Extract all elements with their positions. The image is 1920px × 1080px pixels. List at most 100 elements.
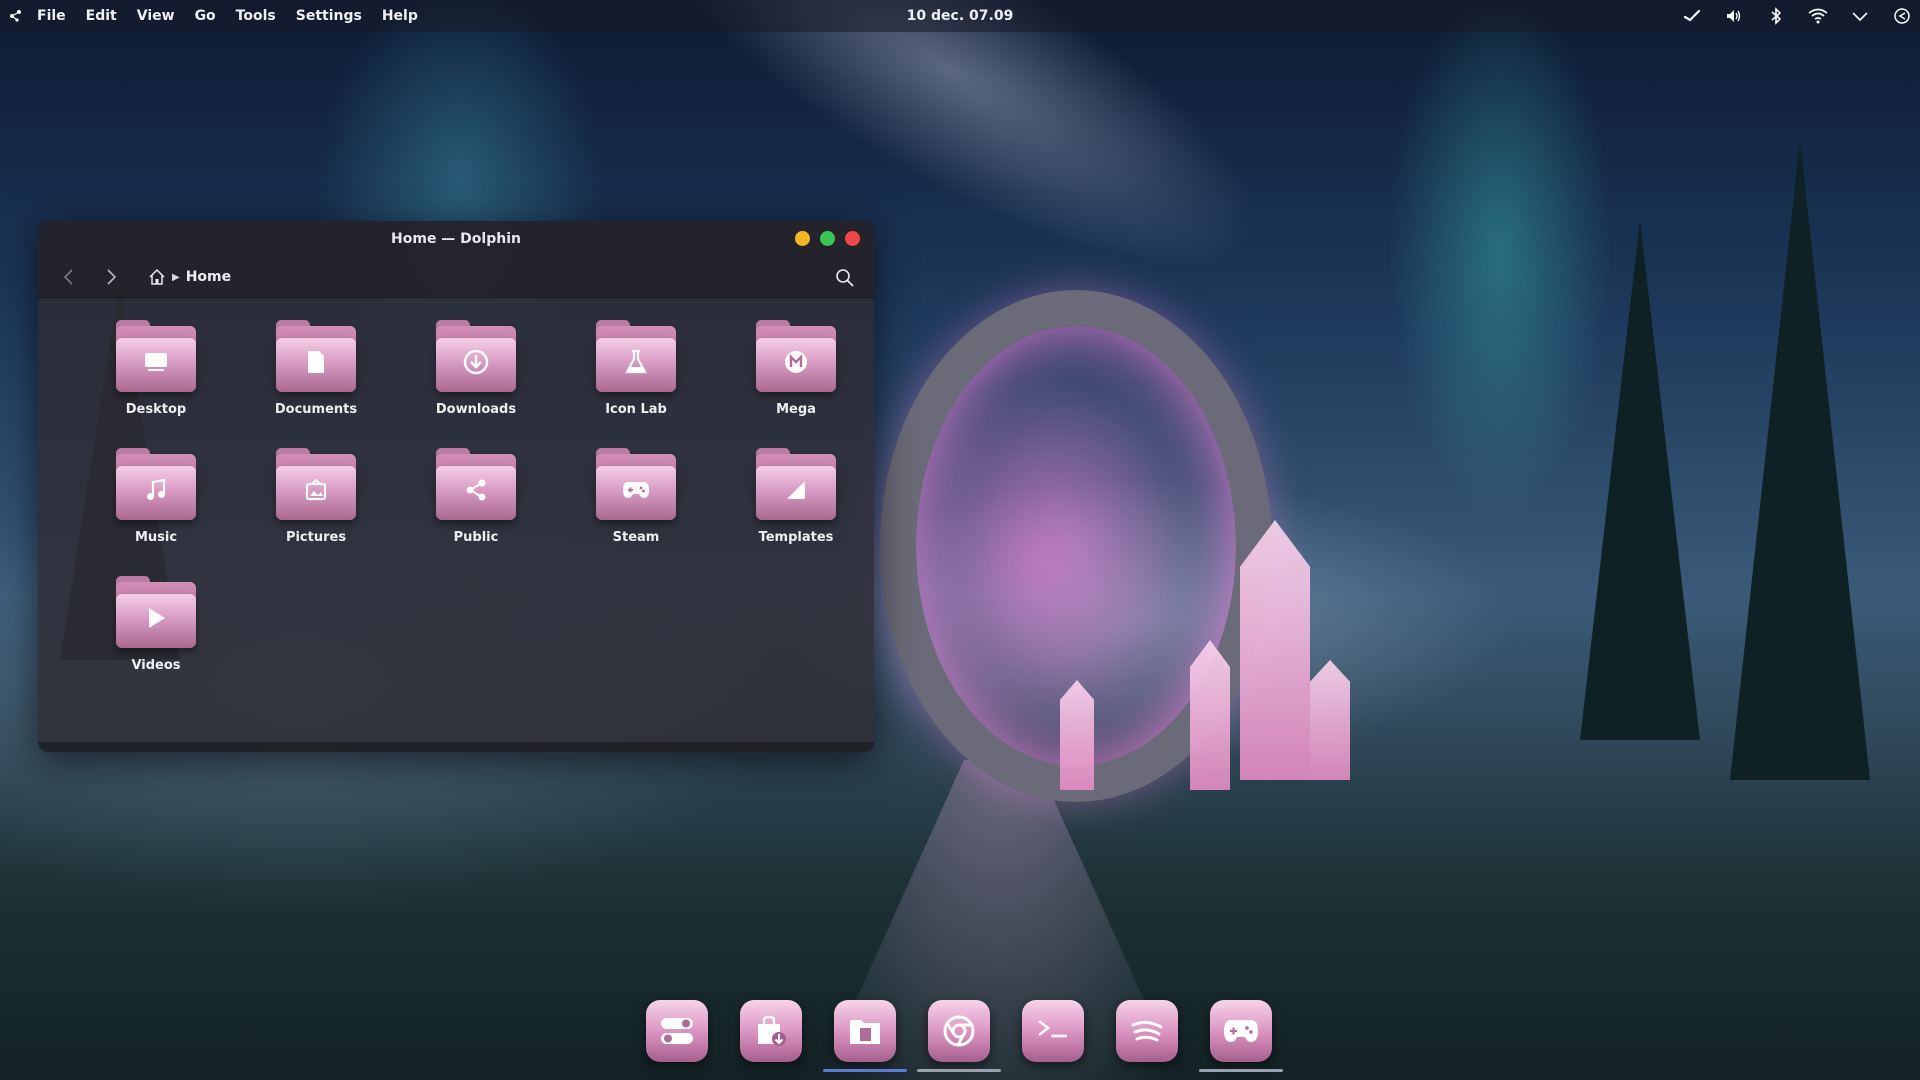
menu-settings[interactable]: Settings (287, 4, 371, 28)
close-button[interactable] (845, 231, 860, 246)
folder-label: Desktop (125, 402, 187, 417)
dock-indicator-running (1199, 1069, 1283, 1072)
folder-label: Public (453, 530, 499, 545)
folder-downloads[interactable]: Downloads (396, 318, 556, 446)
bluetooth-icon[interactable] (1766, 6, 1786, 26)
bag-download-icon (740, 1000, 802, 1062)
search-icon[interactable] (834, 267, 856, 289)
folder-icon (756, 448, 836, 520)
forward-button[interactable] (98, 263, 126, 291)
folder-desktop[interactable]: Desktop (76, 318, 236, 446)
folder-icon (596, 448, 676, 520)
template-icon (778, 472, 814, 508)
folder-pictures[interactable]: Pictures (236, 446, 396, 574)
desktop-icon (138, 344, 174, 380)
dock (645, 1000, 1283, 1074)
dock-item-file-manager[interactable] (823, 1000, 907, 1074)
home-icon[interactable] (148, 268, 166, 286)
menu-go[interactable]: Go (186, 4, 225, 28)
dock-item-web-browser[interactable] (917, 1000, 1001, 1074)
folder-label: Templates (758, 530, 834, 545)
folder-label: Mega (776, 402, 816, 417)
menu-file[interactable]: File (28, 4, 75, 28)
toggle-switches-icon (646, 1000, 708, 1062)
folder-icon (276, 320, 356, 392)
folder-videos[interactable]: Videos (76, 574, 236, 702)
system-tray (1682, 0, 1912, 32)
chevron-down-icon[interactable] (1850, 6, 1870, 26)
back-button[interactable] (54, 263, 82, 291)
minimize-button[interactable] (795, 231, 810, 246)
folder-public[interactable]: Public (396, 446, 556, 574)
top-panel: File Edit View Go Tools Settings Help 10… (0, 0, 1920, 32)
maximize-button[interactable] (820, 231, 835, 246)
window-titlebar[interactable]: Home — Dolphin (38, 221, 874, 257)
steam-tray-icon[interactable] (1682, 6, 1702, 26)
menu-edit[interactable]: Edit (77, 4, 126, 28)
wallpaper-crystal (1240, 520, 1310, 780)
folder-label: Music (134, 530, 178, 545)
folder-mega[interactable]: Mega (716, 318, 874, 446)
window-controls (795, 231, 860, 246)
wallpaper-tree (1730, 140, 1870, 780)
spotify-icon (1116, 1000, 1178, 1062)
clock[interactable]: 10 dec. 07.09 (907, 8, 1014, 24)
desktop[interactable]: File Edit View Go Tools Settings Help 10… (0, 0, 1920, 1080)
volume-icon[interactable] (1724, 6, 1744, 26)
dock-indicator (1105, 1069, 1189, 1072)
gamepad-icon (1210, 1000, 1272, 1062)
menu-help[interactable]: Help (373, 4, 427, 28)
dolphin-window[interactable]: Home — Dolphin ▶ Home Desktop Documents … (38, 221, 874, 752)
folder-files-icon (834, 1000, 896, 1062)
dock-item-music-streaming[interactable] (1115, 1000, 1179, 1074)
folder-view[interactable]: Desktop Documents Downloads Icon Lab Meg… (38, 298, 874, 702)
folder-steam[interactable]: Steam (556, 446, 716, 574)
menu-tools[interactable]: Tools (227, 4, 285, 28)
folder-label: Videos (131, 658, 181, 673)
browser-icon (928, 1000, 990, 1062)
folder-icon (116, 576, 196, 648)
folder-icon (116, 320, 196, 392)
folder-documents[interactable]: Documents (236, 318, 396, 446)
folder-music[interactable]: Music (76, 446, 236, 574)
folder-icon-lab[interactable]: Icon Lab (556, 318, 716, 446)
folder-icon (756, 320, 836, 392)
folder-icon (436, 448, 516, 520)
flask-icon (618, 344, 654, 380)
power-icon[interactable] (1892, 6, 1912, 26)
window-title: Home — Dolphin (391, 231, 521, 247)
folder-label: Pictures (285, 530, 347, 545)
document-icon (298, 344, 334, 380)
play-icon (138, 600, 174, 636)
launcher-icon[interactable] (6, 6, 26, 26)
wallpaper-crystal (1190, 640, 1230, 790)
chevron-right-icon (107, 269, 117, 285)
dock-item-settings-toggles[interactable] (645, 1000, 709, 1074)
folder-icon (436, 320, 516, 392)
download-icon (458, 344, 494, 380)
dock-indicator (729, 1069, 813, 1072)
share-icon (458, 472, 494, 508)
dock-indicator (635, 1069, 719, 1072)
dock-indicator (1011, 1069, 1095, 1072)
dock-item-game-launcher[interactable] (1199, 1000, 1283, 1074)
picture-icon (298, 472, 334, 508)
folder-label: Downloads (435, 402, 517, 417)
wallpaper-tree (1580, 220, 1700, 740)
folder-icon (116, 448, 196, 520)
terminal-icon (1022, 1000, 1084, 1062)
folder-templates[interactable]: Templates (716, 446, 874, 574)
folder-label: Steam (612, 530, 660, 545)
menu-view[interactable]: View (128, 4, 184, 28)
dock-item-software-store[interactable] (739, 1000, 803, 1074)
dock-indicator-running (917, 1069, 1001, 1072)
wifi-icon[interactable] (1808, 6, 1828, 26)
folder-label: Documents (274, 402, 358, 417)
mega-icon (778, 344, 814, 380)
breadcrumb-home[interactable]: Home (186, 269, 231, 285)
chevron-left-icon (63, 269, 73, 285)
gamepad-icon (618, 472, 654, 508)
dock-item-terminal[interactable] (1021, 1000, 1085, 1074)
wallpaper-crystal (1310, 660, 1350, 780)
dock-indicator-active (823, 1069, 907, 1072)
